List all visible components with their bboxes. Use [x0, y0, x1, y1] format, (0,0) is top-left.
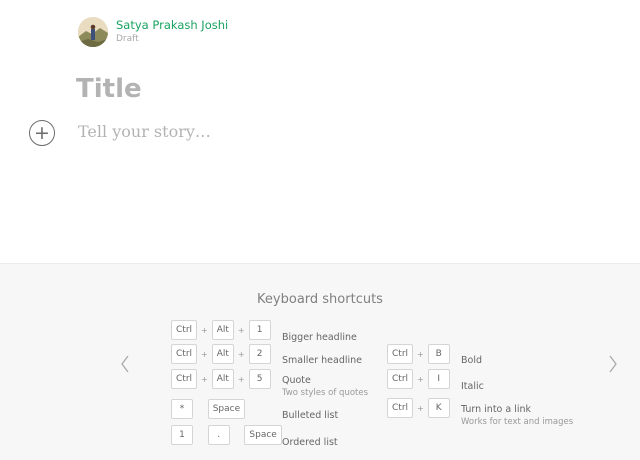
shortcut-label: Smaller headline [282, 355, 363, 366]
key-space: Space [244, 425, 282, 445]
shortcuts-heading: Keyboard shortcuts [257, 292, 383, 307]
key-ctrl: Ctrl [171, 344, 198, 364]
editor: Satya Prakash Joshi Draft Title + Tell y… [0, 0, 640, 263]
key-alt: Alt [211, 344, 234, 364]
previous-button[interactable] [117, 353, 133, 375]
key-ctrl: Ctrl [171, 369, 198, 389]
shortcut-row-bold: Ctrl + B [387, 344, 450, 364]
key-1: 1 [248, 320, 271, 340]
shortcut-row-quote: Ctrl + Alt + 5 [171, 369, 271, 389]
shortcut-label: Turn into a link [461, 404, 532, 415]
shortcut-row-bigger-headline: Ctrl + Alt + 1 [171, 320, 271, 340]
chevron-left-icon [121, 355, 129, 373]
avatar[interactable] [78, 17, 108, 47]
shortcut-label: Bold [461, 355, 482, 366]
shortcut-label: Bigger headline [282, 332, 357, 343]
shortcut-label: Quote [282, 375, 311, 386]
key-ctrl: Ctrl [387, 398, 414, 418]
key-k: K [427, 398, 450, 418]
shortcut-label: Ordered list [282, 437, 338, 448]
key-alt: Alt [211, 369, 234, 389]
plus-icon: + [34, 121, 50, 144]
key-2: 2 [248, 344, 271, 364]
key-period: . [207, 425, 230, 445]
shortcut-row-ordered-list: 1 + . + Space [171, 425, 282, 445]
shortcut-label: Bulleted list [282, 410, 339, 421]
key-alt: Alt [211, 320, 234, 340]
shortcut-row-smaller-headline: Ctrl + Alt + 2 [171, 344, 271, 364]
draft-status: Draft [116, 34, 139, 44]
key-ctrl: Ctrl [387, 369, 414, 389]
add-media-button[interactable]: + [29, 120, 55, 146]
chevron-right-icon [609, 355, 617, 373]
key-ctrl: Ctrl [387, 344, 414, 364]
author-block: Satya Prakash Joshi Draft [78, 17, 228, 47]
title-input[interactable]: Title [76, 74, 142, 104]
author-name[interactable]: Satya Prakash Joshi [116, 18, 228, 33]
shortcut-row-italic: Ctrl + I [387, 369, 450, 389]
shortcut-row-bulleted-list: * + Space [171, 399, 246, 419]
keyboard-shortcuts-panel: Keyboard shortcuts Ctrl + Alt + 1 Bigger… [0, 263, 640, 460]
key-b: B [427, 344, 450, 364]
shortcut-sublabel: Works for text and images [461, 417, 574, 427]
key-5: 5 [248, 369, 271, 389]
next-button[interactable] [605, 353, 621, 375]
shortcut-sublabel: Two styles of quotes [282, 388, 369, 398]
key-i: I [427, 369, 450, 389]
key-asterisk: * [171, 399, 193, 419]
key-1: 1 [171, 425, 193, 445]
shortcut-label: Italic [461, 381, 484, 392]
story-input[interactable]: Tell your story… [78, 122, 211, 141]
key-ctrl: Ctrl [171, 320, 198, 340]
shortcut-row-link: Ctrl + K [387, 398, 450, 418]
key-space: Space [207, 399, 246, 419]
